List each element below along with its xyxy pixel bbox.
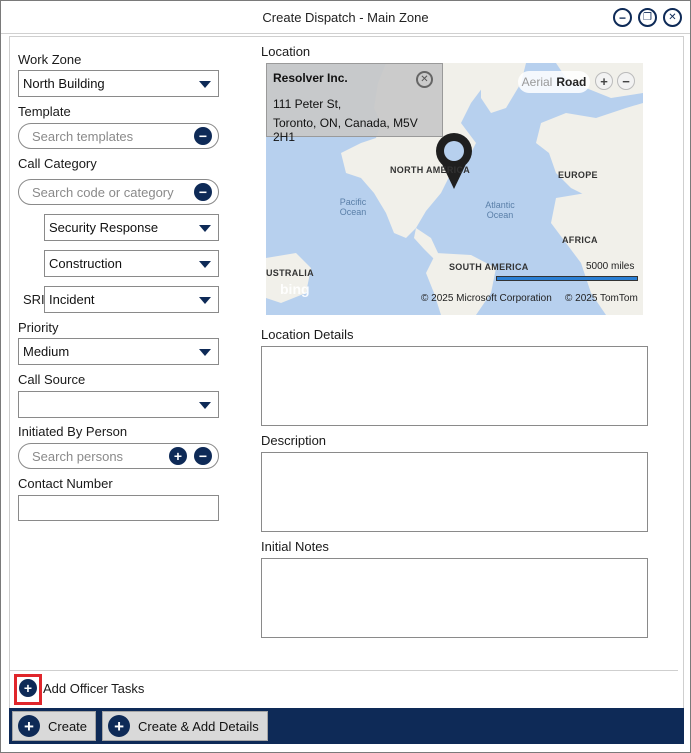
- map-label-atlantic: Atlantic Ocean: [485, 200, 515, 220]
- zoom-in-icon[interactable]: +: [595, 72, 613, 90]
- footer-toolbar: + Create + Create & Add Details: [9, 708, 684, 744]
- zoom-out-icon[interactable]: −: [617, 72, 635, 90]
- title-bar: Create Dispatch - Main Zone − ❐ ✕: [1, 1, 690, 34]
- aerial-option[interactable]: Aerial: [522, 75, 553, 89]
- plus-icon: +: [108, 715, 131, 737]
- location-map[interactable]: NORTH AMERICA EUROPE AFRICA SOUTH AMERIC…: [266, 63, 643, 315]
- initiated-by-search[interactable]: + −: [18, 443, 219, 469]
- window-title: Create Dispatch - Main Zone: [262, 9, 429, 25]
- priority-select[interactable]: Medium: [18, 338, 219, 365]
- work-zone-value: North Building: [23, 76, 105, 91]
- chevron-down-icon: [199, 225, 211, 232]
- call-category-label: Call Category: [18, 156, 97, 171]
- priority-value: Medium: [23, 344, 70, 359]
- call-category-search[interactable]: −: [18, 179, 219, 205]
- chevron-down-icon: [199, 349, 211, 356]
- window-controls: − ❐ ✕: [613, 8, 682, 27]
- map-type-toggle[interactable]: Aerial Road: [518, 71, 590, 93]
- clear-category-icon[interactable]: −: [194, 183, 212, 201]
- restore-icon[interactable]: ❐: [638, 8, 657, 27]
- map-label-north-america: NORTH AMERICA: [390, 165, 471, 175]
- add-officer-tasks-label: Add Officer Tasks: [43, 681, 145, 696]
- template-search[interactable]: −: [18, 123, 219, 149]
- category-level3-select[interactable]: Incident: [44, 286, 219, 313]
- work-zone-label: Work Zone: [18, 52, 82, 67]
- create-button-label: Create: [48, 718, 88, 734]
- map-copyright-ms: © 2025 Microsoft Corporation: [421, 293, 552, 304]
- category-level1-select[interactable]: Security Response: [44, 214, 219, 241]
- location-popup: Resolver Inc. ✕ 111 Peter St, Toronto, O…: [266, 63, 443, 144]
- chevron-down-icon: [199, 297, 211, 304]
- template-label: Template: [18, 104, 71, 119]
- contact-number-field[interactable]: [18, 495, 219, 521]
- initiated-by-label: Initiated By Person: [18, 424, 128, 439]
- category-level2-select[interactable]: Construction: [44, 250, 219, 277]
- map-label-europe: EUROPE: [558, 170, 598, 180]
- map-label-south-america: SOUTH AMERICA: [449, 262, 529, 272]
- add-officer-tasks[interactable]: + Add Officer Tasks: [19, 679, 144, 697]
- call-category-search-input[interactable]: [32, 184, 192, 200]
- minimize-icon[interactable]: −: [613, 8, 632, 27]
- popup-address-line2: Toronto, ON, Canada, M5V 2H1: [273, 116, 418, 144]
- chevron-down-icon: [199, 261, 211, 268]
- category-level1-value: Security Response: [49, 220, 159, 235]
- create-dispatch-window: Create Dispatch - Main Zone − ❐ ✕ Work Z…: [0, 0, 691, 753]
- add-person-icon[interactable]: +: [169, 447, 187, 465]
- chevron-down-icon: [199, 81, 211, 88]
- location-details-label: Location Details: [261, 327, 354, 342]
- initial-notes-label: Initial Notes: [261, 539, 329, 554]
- map-label-africa: AFRICA: [562, 235, 598, 245]
- map-scale-bar: [496, 276, 638, 281]
- close-icon[interactable]: ✕: [663, 8, 682, 27]
- category-level3-value: Incident: [49, 292, 95, 307]
- sri-label: SRI: [23, 292, 45, 307]
- map-copyright-tomtom: © 2025 TomTom: [565, 293, 638, 304]
- add-icon[interactable]: +: [19, 679, 37, 697]
- create-add-details-label: Create & Add Details: [138, 718, 259, 734]
- location-details-field[interactable]: [261, 346, 648, 426]
- contact-number-label: Contact Number: [18, 476, 113, 491]
- clear-person-icon[interactable]: −: [194, 447, 212, 465]
- section-divider: [9, 670, 678, 671]
- close-icon[interactable]: ✕: [416, 71, 433, 88]
- create-add-details-button[interactable]: + Create & Add Details: [102, 711, 268, 741]
- popup-name: Resolver Inc.: [273, 71, 348, 85]
- work-zone-select[interactable]: North Building: [18, 70, 219, 97]
- popup-address-line1: 111 Peter St,: [273, 97, 342, 111]
- bing-logo: bing: [280, 281, 310, 297]
- initiated-by-search-input[interactable]: [32, 448, 152, 464]
- template-search-input[interactable]: [32, 128, 162, 144]
- description-field[interactable]: [261, 452, 648, 532]
- road-option[interactable]: Road: [556, 75, 586, 89]
- create-button[interactable]: + Create: [12, 711, 97, 741]
- clear-template-icon[interactable]: −: [194, 127, 212, 145]
- call-source-select[interactable]: [18, 391, 219, 418]
- description-label: Description: [261, 433, 327, 448]
- category-level2-value: Construction: [49, 256, 122, 271]
- priority-label: Priority: [18, 320, 59, 335]
- chevron-down-icon: [199, 402, 211, 409]
- map-scale-text: 5000 miles: [586, 261, 635, 272]
- map-label-pacific: Pacific Ocean: [339, 197, 367, 217]
- call-source-label: Call Source: [18, 372, 86, 387]
- location-label: Location: [261, 44, 311, 59]
- plus-icon: +: [18, 715, 40, 737]
- map-label-australia: USTRALIA: [266, 268, 314, 278]
- initial-notes-field[interactable]: [261, 558, 648, 638]
